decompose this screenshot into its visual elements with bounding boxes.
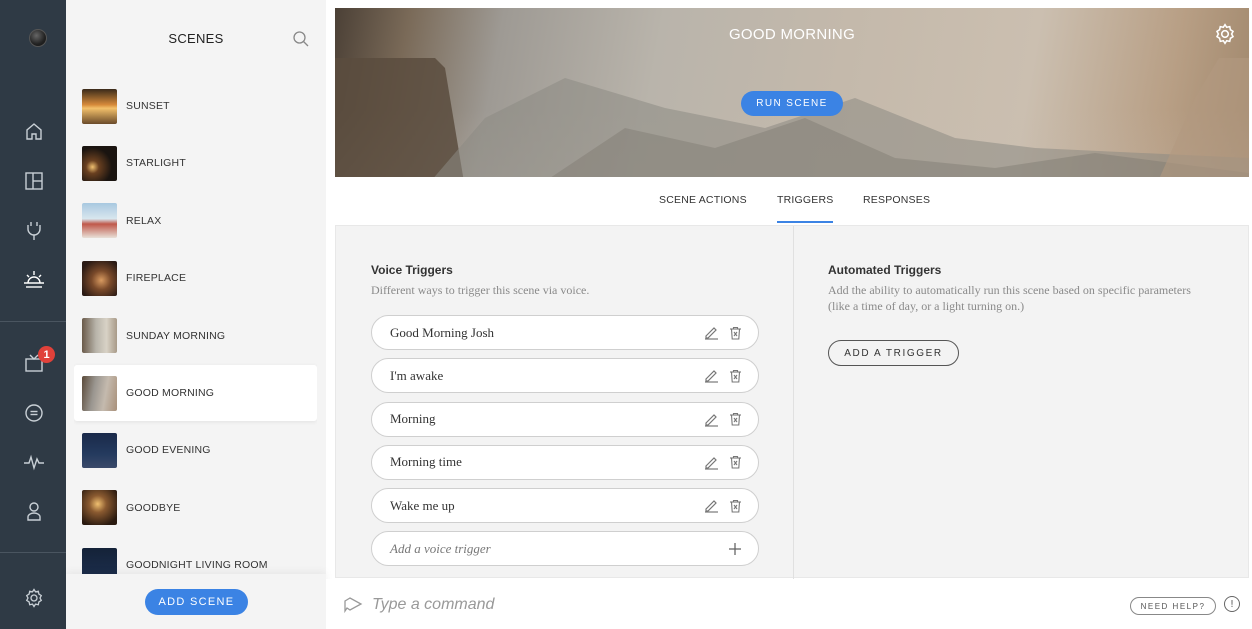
trash-icon[interactable] xyxy=(726,324,744,342)
voice-trigger-text: Morning xyxy=(390,411,436,427)
scenes-title: SCENES xyxy=(168,31,224,46)
notification-badge: 1 xyxy=(38,346,55,363)
logo-icon[interactable] xyxy=(29,29,47,47)
scene-thumbnail xyxy=(82,432,117,468)
scenes-footer: ADD SCENE xyxy=(66,574,326,629)
layout-icon[interactable] xyxy=(23,170,45,192)
chat-icon[interactable] xyxy=(23,402,45,424)
pencil-icon[interactable] xyxy=(702,410,720,428)
run-scene-button[interactable]: RUN SCENE xyxy=(741,91,843,116)
scenes-panel: SCENES SUNSET STARLIGHT RELAX FIREPLACE SUND… xyxy=(66,0,326,629)
scene-label: RELAX xyxy=(126,214,162,227)
voice-trigger-text: Morning time xyxy=(390,454,462,470)
scene-item[interactable]: GOODBYE xyxy=(74,480,317,536)
voice-trigger-text: I'm awake xyxy=(390,367,444,383)
scene-item[interactable]: FIREPLACE xyxy=(74,250,317,306)
scene-thumbnail xyxy=(82,547,117,574)
scene-label: GOOD EVENING xyxy=(126,444,211,457)
scene-hero-image: GOOD MORNING RUN SCENE xyxy=(335,8,1249,177)
voice-trigger-text: Wake me up xyxy=(390,497,455,513)
scene-thumbnail xyxy=(82,318,117,354)
add-voice-trigger-field[interactable]: Add a voice trigger xyxy=(371,531,759,566)
scene-item[interactable]: SUNSET xyxy=(74,80,317,134)
voice-triggers-title: Voice Triggers xyxy=(371,263,453,277)
voice-trigger-item: Morning time xyxy=(371,444,759,480)
person-icon[interactable] xyxy=(23,500,45,522)
mountain-illustration xyxy=(335,58,1249,177)
scene-item[interactable]: SUNDAY MORNING xyxy=(74,308,317,364)
add-trigger-button[interactable]: ADD A TRIGGER xyxy=(828,340,959,366)
automated-triggers-description: Add the ability to automatically run thi… xyxy=(828,283,1191,313)
scene-list: SUNSET STARLIGHT RELAX FIREPLACE SUNDAY MORN… xyxy=(74,80,317,574)
scene-title: GOOD MORNING xyxy=(728,26,856,43)
scene-label: SUNDAY MORNING xyxy=(126,329,226,342)
tab-responses[interactable]: RESPONSES xyxy=(863,194,930,206)
voice-trigger-item: I'm awake xyxy=(371,358,759,394)
scene-thumbnail xyxy=(82,145,117,181)
trash-icon[interactable] xyxy=(726,410,744,428)
trash-icon[interactable] xyxy=(726,497,744,515)
pencil-icon[interactable] xyxy=(702,497,720,515)
scene-label: STARLIGHT xyxy=(126,157,186,170)
add-voice-trigger-placeholder: Add a voice trigger xyxy=(390,540,491,556)
scene-label: GOODBYE xyxy=(126,501,181,514)
scene-label: GOODNIGHT LIVING ROOM xyxy=(126,559,268,572)
sunrise-icon[interactable] xyxy=(23,268,45,290)
tab-triggers[interactable]: TRIGGERS xyxy=(777,194,834,223)
rail-divider xyxy=(0,552,66,553)
search-icon[interactable] xyxy=(292,30,310,53)
voice-trigger-item: Good Morning Josh xyxy=(371,315,759,350)
scene-label: GOOD MORNING xyxy=(126,387,215,399)
command-input[interactable] xyxy=(372,594,1072,616)
trash-icon[interactable] xyxy=(726,367,744,385)
pencil-icon[interactable] xyxy=(702,367,720,385)
pulse-icon[interactable] xyxy=(23,450,45,472)
voice-trigger-item: Morning xyxy=(371,401,759,437)
add-scene-button[interactable]: ADD SCENE xyxy=(145,589,248,615)
scene-label: SUNSET xyxy=(126,100,170,112)
pencil-icon[interactable] xyxy=(702,324,720,342)
plus-icon[interactable] xyxy=(726,540,744,558)
scene-settings-icon[interactable] xyxy=(1214,23,1236,50)
voice-trigger-item: Wake me up xyxy=(371,488,759,524)
scene-thumbnail xyxy=(82,203,117,239)
scene-thumbnail xyxy=(82,375,117,411)
rail-divider xyxy=(0,321,66,322)
home-icon[interactable] xyxy=(23,120,45,142)
chat-bubble-icon xyxy=(343,597,363,618)
voice-triggers-description: Different ways to trigger this scene via… xyxy=(371,283,590,297)
tab-scene-actions[interactable]: SCENE ACTIONS xyxy=(659,194,747,206)
scene-item[interactable]: GOOD EVENING xyxy=(74,422,317,478)
scene-item[interactable]: RELAX xyxy=(74,193,317,249)
info-icon[interactable]: ! xyxy=(1224,596,1240,612)
scene-label: FIREPLACE xyxy=(126,272,187,285)
scene-thumbnail xyxy=(82,490,117,526)
need-help-button[interactable]: NEED HELP? xyxy=(1130,597,1216,615)
automated-triggers-title: Automated Triggers xyxy=(828,263,942,277)
scene-thumbnail xyxy=(82,260,117,296)
scene-item[interactable]: GOODNIGHT LIVING ROOM xyxy=(74,537,317,574)
voice-trigger-text: Good Morning Josh xyxy=(390,324,495,340)
trash-icon[interactable] xyxy=(726,453,744,471)
column-divider xyxy=(793,226,794,579)
scenes-header: SCENES xyxy=(66,0,326,70)
scene-item[interactable]: GOOD MORNING xyxy=(74,365,317,421)
gear-icon[interactable] xyxy=(23,587,45,609)
scene-tabs: SCENE ACTIONS TRIGGERS RESPONSES xyxy=(335,186,1249,226)
nav-rail: 1 xyxy=(0,0,66,629)
triggers-content: Voice Triggers Different ways to trigger… xyxy=(335,225,1249,579)
scene-item[interactable]: STARLIGHT xyxy=(74,135,317,191)
plug-icon[interactable] xyxy=(23,220,45,242)
scene-thumbnail xyxy=(82,88,117,124)
pencil-icon[interactable] xyxy=(702,453,720,471)
command-bar: NEED HELP? ! xyxy=(326,579,1252,629)
